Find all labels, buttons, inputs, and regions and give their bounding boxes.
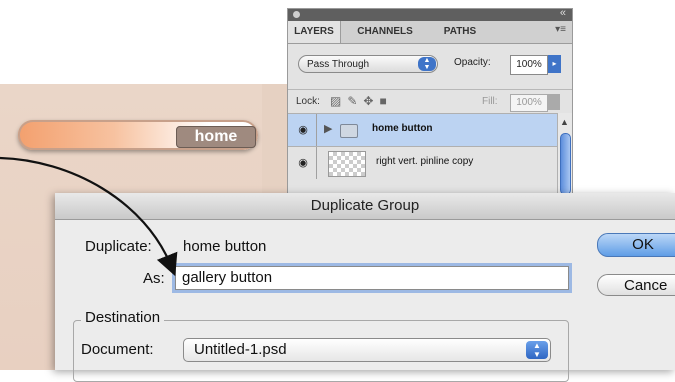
layer-row-right-vert-pinline[interactable]: ◉ right vert. pinline copy (288, 146, 558, 179)
lock-brush-icon[interactable]: ✎ (347, 94, 363, 108)
lock-move-icon[interactable]: ✥ (363, 94, 379, 108)
lock-all-icon[interactable]: ■ (379, 94, 392, 108)
layer-row-home-button[interactable]: ◉ ▶ home button (288, 113, 558, 146)
layers-scrollbar[interactable]: ▲ (557, 113, 572, 199)
tab-channels[interactable]: CHANNELS (342, 21, 428, 43)
expand-triangle-icon[interactable]: ▶ (324, 122, 332, 135)
scroll-thumb[interactable] (560, 133, 571, 195)
opacity-arrow-icon[interactable]: ▸ (548, 55, 561, 73)
fill-label: Fill: (482, 96, 498, 107)
opacity-label: Opacity: (454, 57, 491, 68)
blend-mode-select[interactable]: Pass Through ▲ ▼ (298, 55, 438, 73)
lock-icons: ▨✎✥■ (330, 94, 393, 108)
select-arrows-icon: ▲ ▼ (526, 341, 548, 359)
document-select[interactable]: Untitled-1.psd ▲ ▼ (183, 338, 551, 362)
ok-button[interactable]: OK (597, 233, 675, 257)
lock-row: Lock: ▨✎✥■ Fill: 100% (288, 89, 572, 114)
divider (316, 114, 317, 146)
fill-arrow-icon[interactable] (548, 94, 560, 110)
document-value: Untitled-1.psd (194, 341, 287, 358)
fill-input[interactable]: 100% (510, 94, 548, 112)
layer-thumbnail (328, 151, 366, 177)
duplicate-label: Duplicate: (85, 238, 152, 255)
layer-name: right vert. pinline copy (376, 156, 474, 167)
layer-name: home button (372, 123, 433, 134)
divider (316, 147, 317, 179)
select-arrows-icon: ▲ ▼ (418, 57, 436, 71)
cancel-button[interactable]: Cance (597, 274, 675, 296)
duplicate-value: home button (183, 238, 267, 255)
eye-icon[interactable]: ◉ (294, 156, 312, 170)
lock-transparency-icon[interactable]: ▨ (330, 94, 347, 108)
scroll-up-icon[interactable]: ▲ (560, 117, 569, 127)
opacity-input[interactable]: 100% (510, 55, 548, 75)
dialog-title: Duplicate Group (55, 193, 675, 220)
folder-icon (340, 124, 358, 138)
tab-paths[interactable]: PATHS (432, 21, 488, 43)
layers-panel: « LAYERS CHANNELS PATHS ▾≡ Pass Through … (287, 7, 573, 199)
duplicate-group-dialog: Duplicate Group Duplicate: home button A… (55, 193, 675, 382)
as-label: As: (143, 270, 165, 287)
home-button-label: home (176, 126, 256, 148)
panel-tabs: LAYERS CHANNELS PATHS ▾≡ (288, 21, 572, 44)
as-input[interactable]: gallery button (175, 266, 569, 290)
panel-menu-icon[interactable]: ▾≡ (555, 24, 566, 35)
document-label: Document: (81, 341, 154, 358)
panel-close-icon[interactable] (293, 11, 300, 18)
eye-icon[interactable]: ◉ (294, 123, 312, 137)
panel-titlebar: « (288, 7, 572, 21)
blend-mode-value: Pass Through (307, 59, 370, 70)
double-chevron-icon[interactable]: « (560, 7, 566, 19)
destination-legend: Destination (81, 309, 165, 326)
tab-layers[interactable]: LAYERS (288, 21, 341, 43)
lock-label: Lock: (296, 96, 320, 107)
